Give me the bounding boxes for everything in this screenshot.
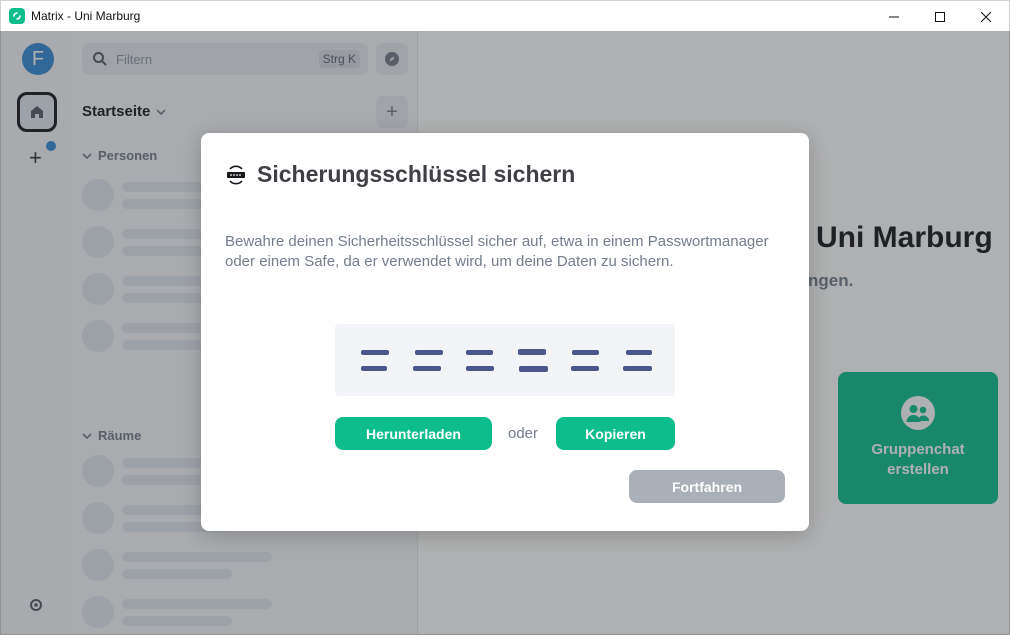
window-titlebar: Matrix - Uni Marburg xyxy=(0,0,1010,31)
copy-button[interactable]: Kopieren xyxy=(556,417,675,450)
maximize-icon[interactable] xyxy=(917,1,963,32)
dialog-header: Sicherungsschlüssel sichern xyxy=(225,161,575,188)
key-backup-icon xyxy=(227,164,245,185)
download-button[interactable]: Herunterladen xyxy=(335,417,492,450)
close-icon[interactable] xyxy=(963,1,1009,32)
element-app-icon xyxy=(9,8,25,24)
dialog-description: Bewahre deinen Sicherheitsschlüssel sich… xyxy=(225,233,769,270)
window-title: Matrix - Uni Marburg xyxy=(31,9,141,23)
recovery-key-glyphs xyxy=(361,349,652,372)
minimize-icon[interactable] xyxy=(871,1,917,32)
continue-button[interactable]: Fortfahren xyxy=(629,470,785,503)
or-label: oder xyxy=(508,425,539,442)
dialog-title: Sicherungsschlüssel sichern xyxy=(257,161,576,187)
recovery-key-box[interactable] xyxy=(335,324,675,396)
backup-key-dialog: Sicherungsschlüssel sichern Bewahre dein… xyxy=(201,133,809,531)
